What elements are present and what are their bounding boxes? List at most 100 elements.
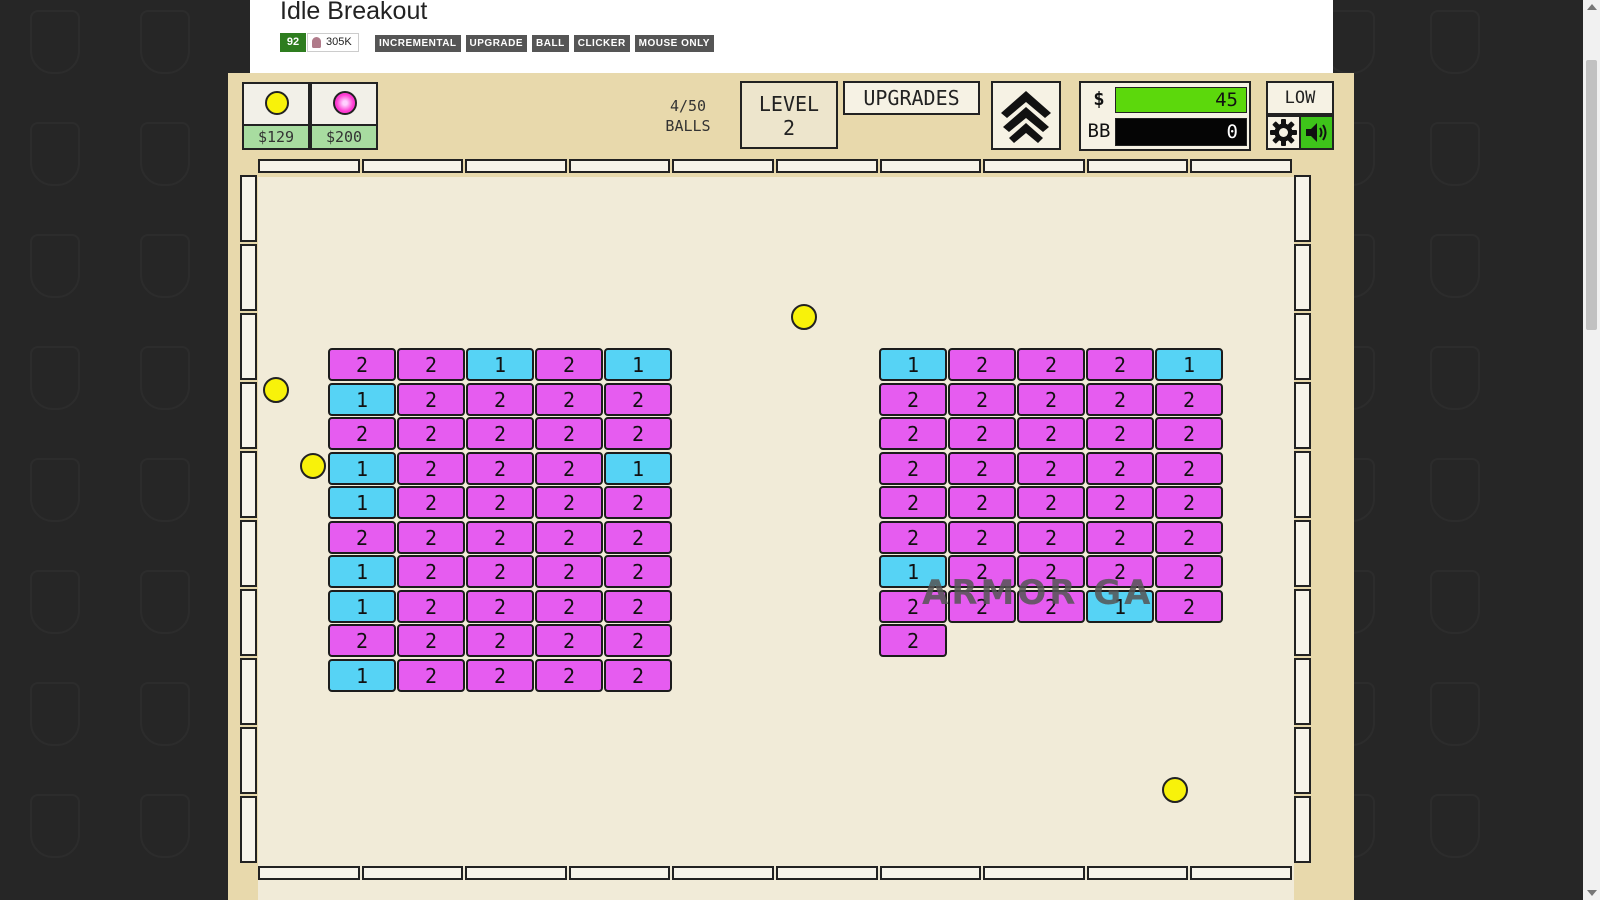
brick[interactable]: 2 (535, 382, 603, 416)
brick[interactable]: 1 (328, 589, 396, 623)
brick[interactable]: 2 (466, 417, 534, 450)
brick[interactable]: 2 (948, 486, 1016, 519)
brick[interactable]: 2 (604, 555, 672, 588)
brick[interactable]: 2 (604, 382, 672, 416)
brick[interactable]: 2 (604, 486, 672, 519)
quality-toggle-button[interactable]: LOW (1266, 81, 1334, 115)
brick[interactable]: 2 (466, 555, 534, 588)
brick[interactable]: 2 (1086, 451, 1154, 485)
brick[interactable]: 2 (535, 451, 603, 485)
brick[interactable]: 2 (328, 624, 396, 657)
brick[interactable]: 2 (535, 348, 603, 381)
brick[interactable]: 2 (397, 451, 465, 485)
tag-mouse-only[interactable]: MOUSE ONLY (634, 35, 714, 52)
brick[interactable]: 2 (535, 555, 603, 588)
brick[interactable]: 2 (604, 589, 672, 623)
brick[interactable]: 2 (604, 520, 672, 554)
scrollbar-thumb[interactable] (1586, 60, 1597, 330)
brick[interactable]: 2 (1155, 589, 1223, 623)
brick[interactable]: 1 (466, 348, 534, 381)
brick[interactable]: 2 (535, 520, 603, 554)
brick[interactable]: 2 (397, 624, 465, 657)
brick[interactable]: 2 (948, 382, 1016, 416)
brick[interactable]: 2 (328, 520, 396, 554)
brick[interactable]: 2 (466, 451, 534, 485)
brick[interactable]: 1 (328, 451, 396, 485)
brick[interactable]: 2 (604, 658, 672, 692)
brick[interactable]: 2 (1017, 520, 1085, 554)
brick[interactable]: 2 (397, 555, 465, 588)
brick[interactable]: 2 (1155, 555, 1223, 588)
tag-clicker[interactable]: CLICKER (573, 35, 630, 52)
brick[interactable]: 1 (604, 451, 672, 485)
brick[interactable]: 1 (1155, 348, 1223, 381)
brick[interactable]: 2 (879, 520, 947, 554)
brick[interactable]: 2 (1155, 451, 1223, 485)
brick[interactable]: 2 (397, 486, 465, 519)
tag-incremental[interactable]: INCREMENTAL (375, 35, 461, 52)
brick[interactable]: 2 (1086, 486, 1154, 519)
brick[interactable]: 2 (604, 417, 672, 450)
brick[interactable]: 2 (397, 589, 465, 623)
brick[interactable]: 2 (397, 417, 465, 450)
brick[interactable]: 1 (328, 658, 396, 692)
scroll-down-arrow-icon[interactable] (1587, 890, 1597, 896)
brick[interactable]: 2 (1017, 348, 1085, 381)
buy-basic-ball-button[interactable]: $129 (242, 82, 310, 150)
brick[interactable]: 2 (328, 417, 396, 450)
brick[interactable]: 2 (397, 520, 465, 554)
brick[interactable]: 2 (948, 417, 1016, 450)
brick[interactable]: 2 (1155, 486, 1223, 519)
brick[interactable]: 2 (1017, 417, 1085, 450)
brick[interactable]: 2 (397, 658, 465, 692)
brick[interactable]: 2 (879, 417, 947, 450)
brick[interactable]: 1 (328, 555, 396, 588)
brick[interactable]: 2 (397, 348, 465, 381)
buy-plasma-ball-button[interactable]: $200 (310, 82, 378, 150)
brick[interactable]: 2 (1086, 348, 1154, 381)
brick[interactable]: 2 (1155, 417, 1223, 450)
brick[interactable]: 2 (1017, 486, 1085, 519)
prestige-button[interactable] (991, 81, 1061, 150)
brick[interactable]: 2 (1155, 382, 1223, 416)
page-scrollbar[interactable] (1583, 0, 1600, 900)
brick[interactable]: 2 (1017, 451, 1085, 485)
brick[interactable]: 2 (948, 451, 1016, 485)
brick[interactable]: 2 (535, 486, 603, 519)
tag-upgrade[interactable]: UPGRADE (465, 35, 528, 52)
scroll-up-arrow-icon[interactable] (1587, 4, 1597, 10)
brick[interactable]: 2 (535, 589, 603, 623)
brick[interactable]: 2 (1086, 382, 1154, 416)
brick[interactable]: 2 (879, 486, 947, 519)
brick[interactable]: 2 (328, 348, 396, 381)
brick[interactable]: 1 (328, 382, 396, 416)
brick[interactable]: 2 (948, 348, 1016, 381)
brick[interactable]: 2 (1155, 520, 1223, 554)
brick[interactable]: 2 (879, 451, 947, 485)
brick[interactable]: 2 (535, 658, 603, 692)
brick[interactable]: 2 (948, 520, 1016, 554)
brick[interactable]: 2 (466, 589, 534, 623)
brick[interactable]: 2 (466, 624, 534, 657)
brick[interactable]: 1 (604, 348, 672, 381)
brick[interactable]: 2 (1017, 382, 1085, 416)
brick[interactable]: 2 (535, 417, 603, 450)
brick[interactable]: 2 (1086, 520, 1154, 554)
brick[interactable]: 2 (879, 382, 947, 416)
brick[interactable]: 1 (328, 486, 396, 519)
game-canvas[interactable]: $129 $200 4/50 BALLS LEVEL 2 UPGRADES $ … (228, 73, 1354, 900)
tag-ball[interactable]: BALL (532, 35, 569, 52)
settings-button[interactable] (1266, 115, 1301, 150)
brick[interactable]: 2 (397, 382, 465, 416)
upgrades-button[interactable]: UPGRADES (843, 81, 980, 115)
brick[interactable]: 2 (466, 486, 534, 519)
brick[interactable]: 1 (879, 348, 947, 381)
brick[interactable]: 2 (466, 382, 534, 416)
brick[interactable]: 2 (604, 624, 672, 657)
brick[interactable]: 2 (466, 520, 534, 554)
brick[interactable]: 2 (879, 624, 947, 657)
brick[interactable]: 2 (535, 624, 603, 657)
brick[interactable]: 2 (1086, 417, 1154, 450)
sound-toggle-button[interactable] (1299, 115, 1334, 150)
brick[interactable]: 2 (466, 658, 534, 692)
